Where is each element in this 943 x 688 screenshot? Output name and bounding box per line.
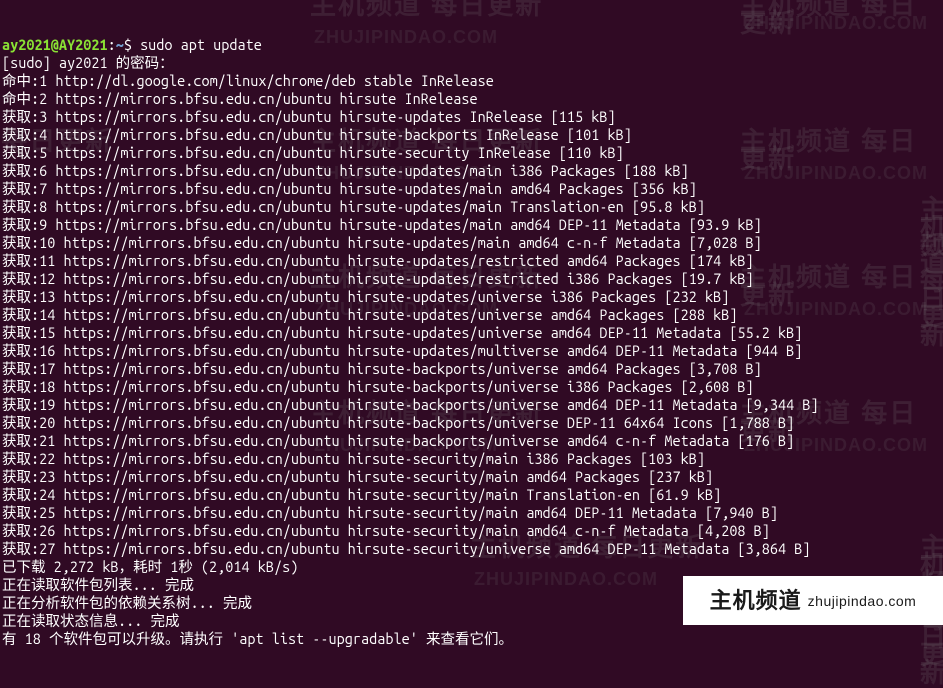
output-line: 获取:15 https://mirrors.bfsu.edu.cn/ubuntu… (2, 324, 941, 342)
prompt-path: ~ (116, 36, 124, 53)
output-line: 获取:18 https://mirrors.bfsu.edu.cn/ubuntu… (2, 378, 941, 396)
source-badge: 主机频道 zhujipindao.com (683, 576, 943, 625)
output-line: 获取:26 https://mirrors.bfsu.edu.cn/ubuntu… (2, 522, 941, 540)
output-line: [sudo] ay2021 的密码： (2, 54, 941, 72)
terminal[interactable]: ay2021@AY2021:~$ sudo apt update[sudo] a… (0, 0, 943, 666)
output-line: 命中:2 https://mirrors.bfsu.edu.cn/ubuntu … (2, 90, 941, 108)
output-line: 获取:24 https://mirrors.bfsu.edu.cn/ubuntu… (2, 486, 941, 504)
badge-cn: 主机频道 (710, 592, 802, 610)
output-line: 获取:16 https://mirrors.bfsu.edu.cn/ubuntu… (2, 342, 941, 360)
prompt-command: sudo apt update (140, 36, 262, 53)
output-line: 有 18 个软件包可以升级。请执行 'apt list --upgradable… (2, 630, 941, 648)
output-line: 获取:14 https://mirrors.bfsu.edu.cn/ubuntu… (2, 306, 941, 324)
output-line: 获取:10 https://mirrors.bfsu.edu.cn/ubuntu… (2, 234, 941, 252)
output-line: 获取:6 https://mirrors.bfsu.edu.cn/ubuntu … (2, 162, 941, 180)
output-line: 获取:7 https://mirrors.bfsu.edu.cn/ubuntu … (2, 180, 941, 198)
prompt-sep2: $ (124, 36, 140, 53)
output-line: 获取:20 https://mirrors.bfsu.edu.cn/ubuntu… (2, 414, 941, 432)
output-line: 获取:11 https://mirrors.bfsu.edu.cn/ubuntu… (2, 252, 941, 270)
output-line: 获取:4 https://mirrors.bfsu.edu.cn/ubuntu … (2, 126, 941, 144)
output-line: 已下载 2,272 kB，耗时 1秒 (2,014 kB/s) (2, 558, 941, 576)
output-line: 获取:8 https://mirrors.bfsu.edu.cn/ubuntu … (2, 198, 941, 216)
prompt-line: ay2021@AY2021:~$ sudo apt update (2, 36, 941, 54)
output-line: 获取:17 https://mirrors.bfsu.edu.cn/ubuntu… (2, 360, 941, 378)
output-line: 获取:3 https://mirrors.bfsu.edu.cn/ubuntu … (2, 108, 941, 126)
output-line: 获取:13 https://mirrors.bfsu.edu.cn/ubuntu… (2, 288, 941, 306)
prompt-user: ay2021@AY2021 (2, 36, 108, 53)
output-line: 获取:9 https://mirrors.bfsu.edu.cn/ubuntu … (2, 216, 941, 234)
output-line: 获取:25 https://mirrors.bfsu.edu.cn/ubuntu… (2, 504, 941, 522)
prompt-sep1: : (108, 36, 116, 53)
output-line: 获取:27 https://mirrors.bfsu.edu.cn/ubuntu… (2, 540, 941, 558)
output-line: 获取:22 https://mirrors.bfsu.edu.cn/ubuntu… (2, 450, 941, 468)
output-line: 命中:1 http://dl.google.com/linux/chrome/d… (2, 72, 941, 90)
badge-en: zhujipindao.com (808, 592, 917, 610)
output-line: 获取:21 https://mirrors.bfsu.edu.cn/ubuntu… (2, 432, 941, 450)
output-line: 获取:23 https://mirrors.bfsu.edu.cn/ubuntu… (2, 468, 941, 486)
output-line: 获取:5 https://mirrors.bfsu.edu.cn/ubuntu … (2, 144, 941, 162)
output-line: 获取:19 https://mirrors.bfsu.edu.cn/ubuntu… (2, 396, 941, 414)
output-line: 获取:12 https://mirrors.bfsu.edu.cn/ubuntu… (2, 270, 941, 288)
